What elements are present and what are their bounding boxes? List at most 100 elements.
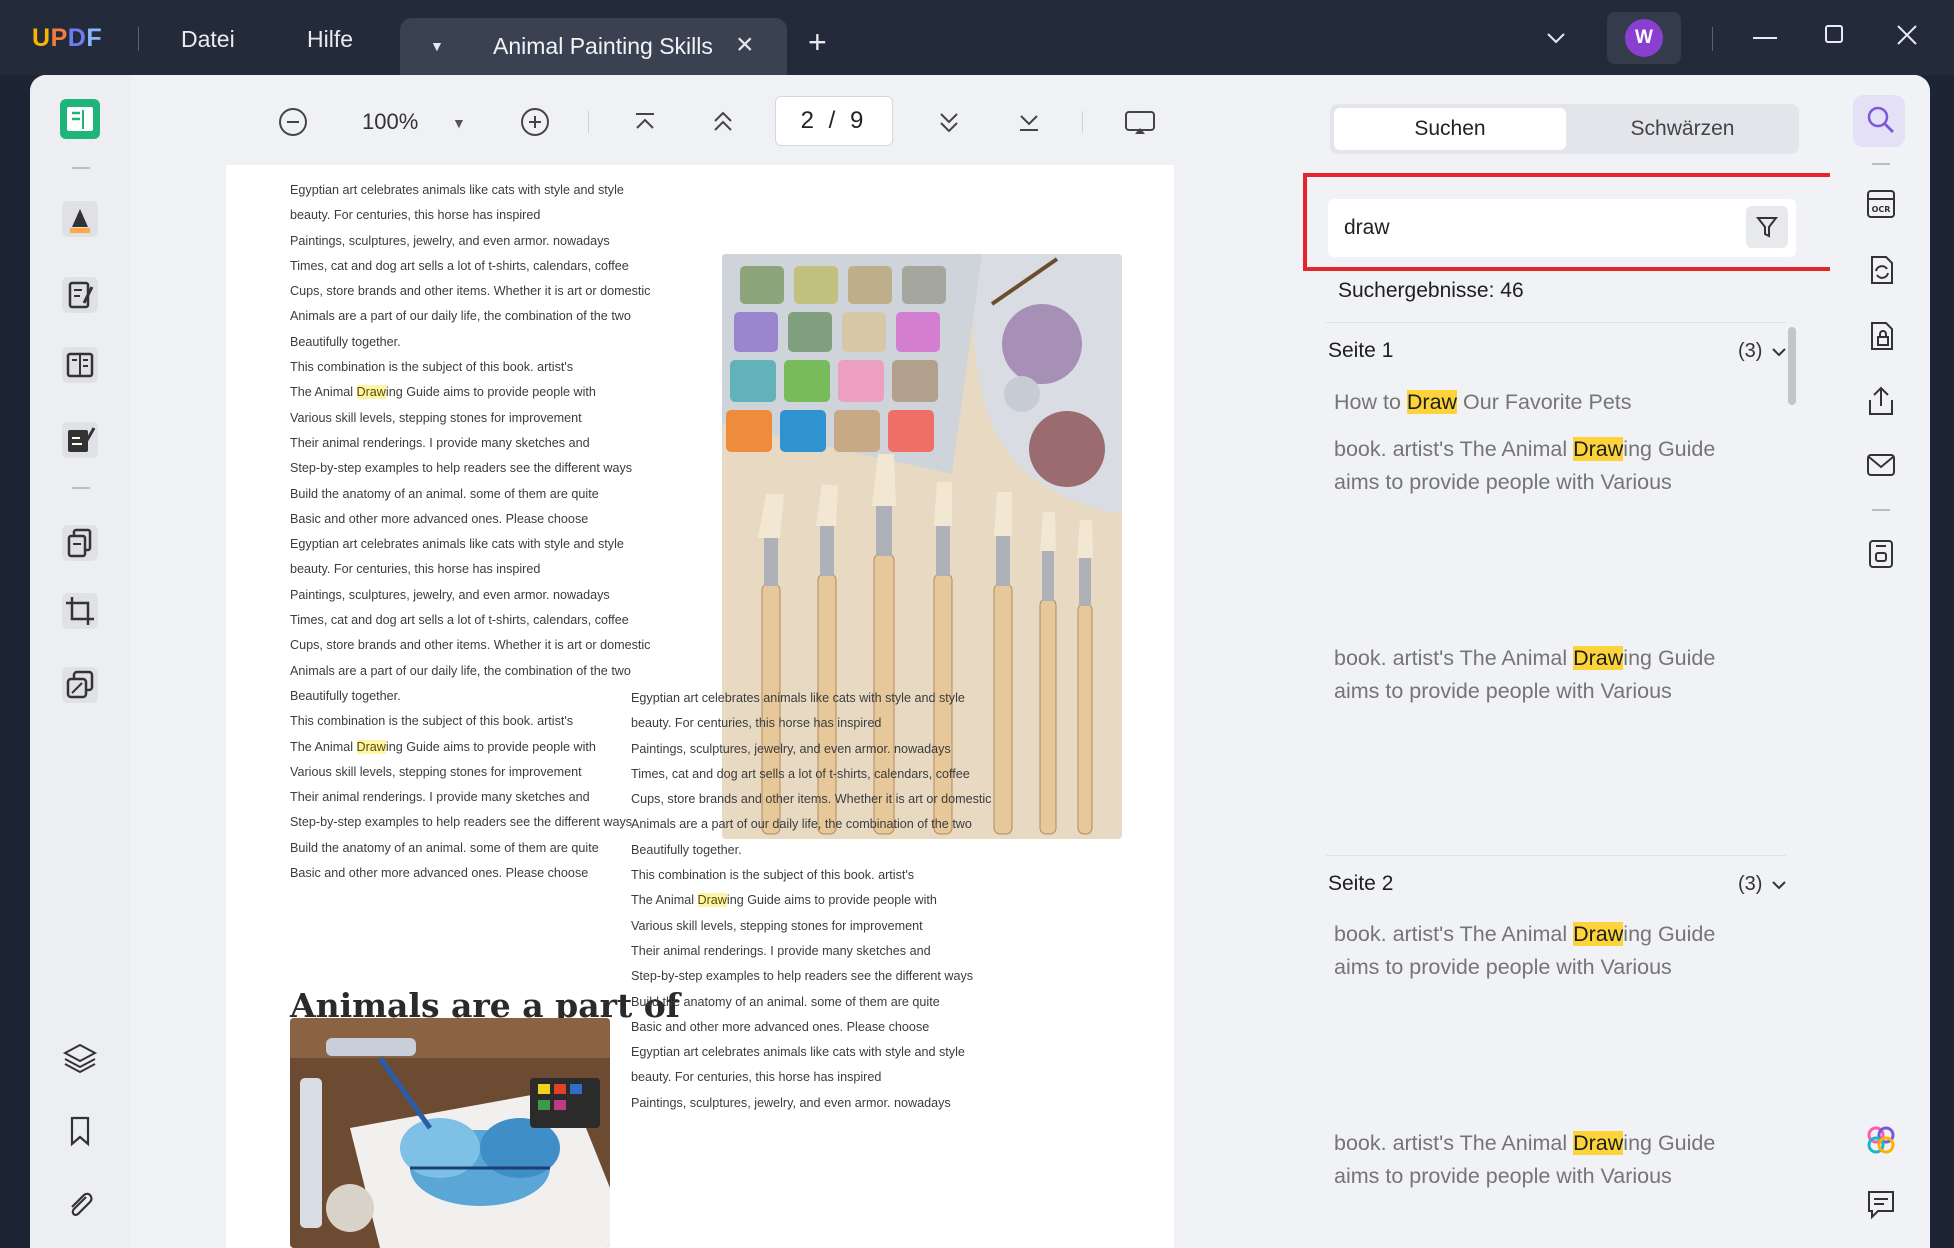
search-result[interactable]: book. artist's The Animal Drawing Guide … xyxy=(1334,433,1764,499)
divider xyxy=(1326,855,1786,856)
text-line: Basic and other more advanced ones. Plea… xyxy=(631,1019,930,1034)
highlighter-icon[interactable] xyxy=(60,199,100,239)
zoom-out-icon[interactable] xyxy=(276,105,310,139)
save-icon[interactable] xyxy=(1864,537,1898,571)
text-line: Cups, store brands and other items. Whet… xyxy=(290,638,651,653)
title-bar: UPDF Datei Hilfe ▼ Animal Painting Skill… xyxy=(0,0,1954,75)
text-line: Step-by-step examples to help readers se… xyxy=(631,969,974,984)
document-tab[interactable]: ▼ Animal Painting Skills × xyxy=(400,18,787,75)
zoom-level[interactable]: 100% xyxy=(362,109,418,135)
mail-icon[interactable] xyxy=(1864,448,1898,482)
comment-icon[interactable] xyxy=(1864,1187,1898,1221)
search-icon[interactable] xyxy=(1864,103,1898,137)
new-tab-icon[interactable]: + xyxy=(808,24,827,61)
first-page-icon[interactable] xyxy=(628,105,662,139)
text-line: Egyptian art celebrates animals like cat… xyxy=(631,1045,965,1060)
previous-page-icon[interactable] xyxy=(706,105,740,139)
sign-icon[interactable] xyxy=(60,420,100,460)
result-section-page-2[interactable]: Seite 2 xyxy=(1328,872,1393,896)
search-panel: Suchen Schwärzen Suchergebnisse: 46 Seit… xyxy=(1300,75,1840,1248)
divider xyxy=(1326,322,1786,323)
svg-text:OCR: OCR xyxy=(1872,205,1891,214)
account-button[interactable]: W xyxy=(1607,12,1681,64)
search-input[interactable] xyxy=(1328,199,1796,257)
divider xyxy=(1872,163,1890,165)
butterfly-painting-photo xyxy=(290,1018,610,1248)
share-icon[interactable] xyxy=(1864,384,1898,418)
text-line: The Animal Drawing Guide aims to provide… xyxy=(631,893,937,908)
avatar: W xyxy=(1625,19,1663,57)
divider xyxy=(588,111,589,133)
next-page-icon[interactable] xyxy=(932,105,966,139)
result-section-page-1[interactable]: Seite 1 xyxy=(1328,339,1393,363)
text-line: Times, cat and dog art sells a lot of t-… xyxy=(290,258,629,273)
divider xyxy=(1872,509,1890,511)
menu-hilfe[interactable]: Hilfe xyxy=(307,26,353,53)
bookmark-icon[interactable] xyxy=(66,1115,94,1147)
close-tab-icon[interactable]: × xyxy=(736,28,754,62)
search-result[interactable]: book. artist's The Animal Drawing Guide … xyxy=(1334,642,1764,708)
divider xyxy=(72,167,90,169)
text-line: Cups, store brands and other items. Whet… xyxy=(290,284,651,299)
tab-search[interactable]: Suchen xyxy=(1334,108,1566,150)
pdf-page: Egyptian art celebrates animals like cat… xyxy=(226,165,1174,1248)
tab-list-chevron-icon[interactable] xyxy=(1544,26,1568,50)
text-line: Paintings, sculptures, jewelry, and even… xyxy=(631,1095,951,1110)
text-line: Beautifully together. xyxy=(631,842,742,857)
text-line: Egyptian art celebrates animals like cat… xyxy=(631,691,965,705)
form-icon[interactable] xyxy=(60,345,100,385)
organize-pages-icon[interactable] xyxy=(60,523,100,563)
text-line: The Animal Drawing Guide aims to provide… xyxy=(290,385,596,400)
search-mode-switch: Suchen Schwärzen xyxy=(1330,104,1799,154)
page-number-input[interactable]: 2 / 9 xyxy=(775,96,893,146)
chevron-down-icon[interactable] xyxy=(1770,343,1788,361)
app-window: 100% ▼ 2 / 9 Egyptian art celebrates ani… xyxy=(30,75,1930,1248)
layers-icon[interactable] xyxy=(62,1040,98,1076)
protect-icon[interactable] xyxy=(1864,319,1898,353)
convert-icon[interactable] xyxy=(1864,253,1898,287)
ocr-icon[interactable]: OCR xyxy=(1864,187,1898,221)
result-section-count: (3) xyxy=(1738,873,1763,895)
presentation-icon[interactable] xyxy=(1122,105,1158,139)
text-line: Their animal renderings. I provide many … xyxy=(290,435,590,450)
tab-menu-caret-icon[interactable]: ▼ xyxy=(430,38,444,54)
search-result[interactable]: How to Draw Our Favorite Pets xyxy=(1334,386,1764,419)
maximize-icon[interactable] xyxy=(1824,24,1844,44)
search-result[interactable]: book. artist's The Animal Drawing Guide … xyxy=(1334,1127,1764,1193)
search-result[interactable]: book. artist's The Animal Drawing Guide … xyxy=(1334,918,1764,984)
text-line: Basic and other more advanced ones. Plea… xyxy=(290,866,589,881)
scrollbar[interactable] xyxy=(1788,327,1796,405)
filter-icon[interactable] xyxy=(1746,206,1788,248)
zoom-dropdown-icon[interactable]: ▼ xyxy=(452,115,466,131)
tab-redact[interactable]: Schwärzen xyxy=(1570,108,1795,150)
text-line: Cups, store brands and other items. Whet… xyxy=(631,792,992,807)
attachment-icon[interactable] xyxy=(64,1187,96,1221)
reader-icon[interactable] xyxy=(58,97,102,141)
text-line: Various skill levels, stepping stones fo… xyxy=(290,410,582,425)
text-line: beauty. For centuries, this horse has in… xyxy=(631,1070,882,1085)
edit-text-icon[interactable] xyxy=(60,275,100,315)
ai-assistant-icon[interactable] xyxy=(1864,1123,1898,1157)
text-line: Their animal renderings. I provide many … xyxy=(631,943,931,958)
text-line: Basic and other more advanced ones. Plea… xyxy=(290,511,589,526)
right-toolbar: OCR xyxy=(1830,75,1930,1248)
text-line: beauty. For centuries, this horse has in… xyxy=(290,208,541,223)
text-line: Paintings, sculptures, jewelry, and even… xyxy=(290,587,610,602)
result-section-count: (3) xyxy=(1738,340,1763,362)
divider xyxy=(138,27,139,51)
compress-icon[interactable] xyxy=(60,665,100,705)
crop-icon[interactable] xyxy=(60,591,100,631)
close-window-icon[interactable] xyxy=(1896,24,1918,46)
zoom-in-icon[interactable] xyxy=(518,105,552,139)
minimize-icon[interactable] xyxy=(1752,28,1778,44)
text-line: Build the anatomy of an animal. some of … xyxy=(631,994,940,1009)
text-line: The Animal Drawing Guide aims to provide… xyxy=(290,739,596,754)
text-line: This combination is the subject of this … xyxy=(290,714,574,729)
document-tab-title: Animal Painting Skills xyxy=(493,33,713,59)
menu-datei[interactable]: Datei xyxy=(181,26,235,53)
chevron-down-icon[interactable] xyxy=(1770,876,1788,894)
document-viewer: 100% ▼ 2 / 9 Egyptian art celebrates ani… xyxy=(130,75,1300,1248)
divider xyxy=(72,487,90,489)
text-line: Their animal renderings. I provide many … xyxy=(290,790,590,805)
last-page-icon[interactable] xyxy=(1012,105,1046,139)
